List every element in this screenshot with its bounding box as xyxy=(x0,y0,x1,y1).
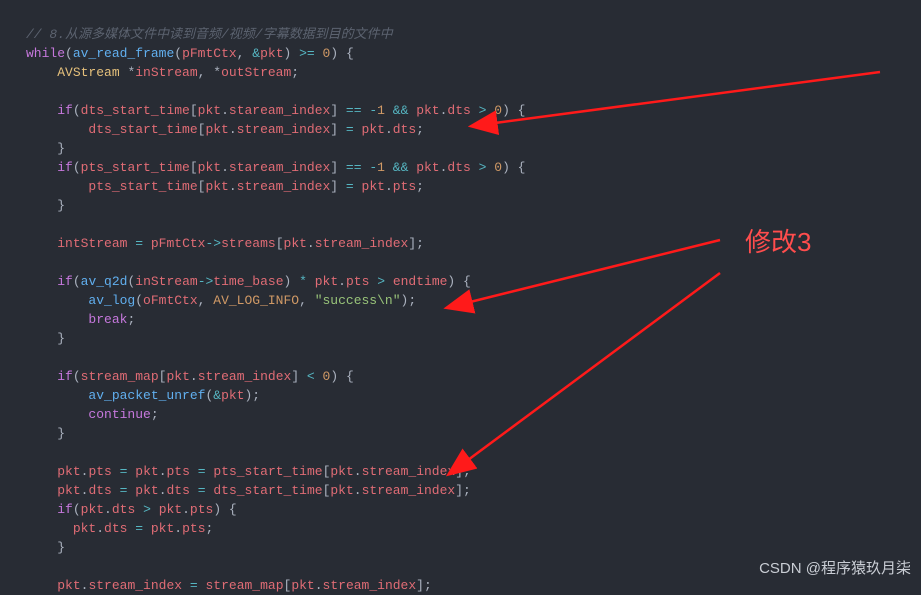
code-editor[interactable]: // 8.从源多媒体文件中读到音频/视频/字幕数据到目的文件中 while(av… xyxy=(0,0,921,595)
watermark-text: CSDN @程序猿玖月柒 xyxy=(759,559,911,578)
code-comment: // 8.从源多媒体文件中读到音频/视频/字幕数据到目的文件中 xyxy=(26,27,393,42)
